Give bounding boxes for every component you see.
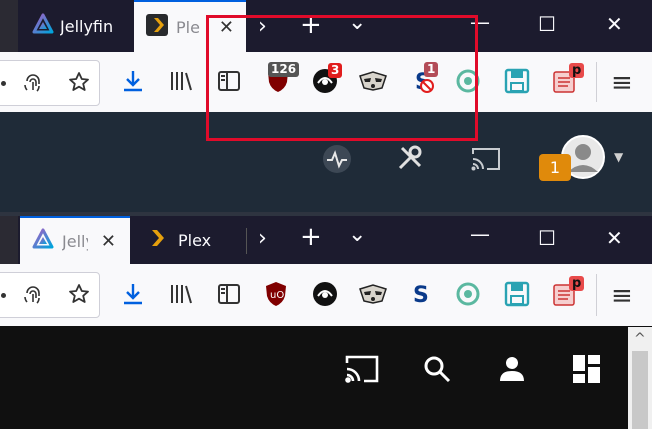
fingerprint-icon[interactable]	[21, 71, 45, 99]
bottom-tab-plex[interactable]: Plex	[134, 216, 244, 264]
tab-scroll-right-icon[interactable]: ›	[258, 226, 267, 251]
url-bar[interactable]	[0, 60, 100, 106]
close-window-button[interactable]: ✕	[606, 12, 623, 36]
menu-button[interactable]: ≡	[611, 281, 633, 311]
save-floppy-icon[interactable]	[504, 68, 530, 94]
library-icon[interactable]	[168, 68, 194, 94]
page-info-dot-icon	[1, 81, 6, 86]
fingerprint-icon[interactable]	[21, 283, 45, 311]
settings-tools-icon[interactable]	[396, 144, 424, 172]
bottom-jellyfin-header	[0, 326, 652, 429]
save-floppy-icon[interactable]	[504, 281, 530, 307]
plex-logo-icon	[146, 14, 168, 40]
notification-count-badge[interactable]: 1	[539, 154, 571, 181]
bottom-tab-strip: Jellyfin ✕ Plex › + ⌄ — ☐ ✕	[0, 216, 652, 264]
ublock-origin-icon[interactable]: uO	[264, 280, 288, 308]
maximize-button[interactable]: ☐	[538, 226, 556, 250]
url-bar[interactable]	[0, 272, 100, 318]
pdf-badge: p	[569, 63, 585, 78]
activity-pulse-icon[interactable]	[322, 144, 352, 174]
dashboard-icon[interactable]	[572, 354, 602, 384]
top-tab-jellyfin[interactable]: Jellyfin	[22, 0, 130, 52]
menu-button[interactable]: ≡	[611, 68, 633, 98]
search-icon[interactable]	[422, 354, 452, 384]
bottom-tab-partial[interactable]	[0, 216, 18, 264]
green-ring-extension-icon[interactable]	[456, 282, 480, 306]
close-tab-icon[interactable]: ✕	[101, 231, 116, 252]
jellyfin-logo-icon	[32, 13, 54, 39]
tab-title: Plex	[178, 230, 212, 250]
toolbar-separator	[596, 62, 597, 102]
minimize-button[interactable]: —	[470, 222, 490, 246]
svg-text:S: S	[413, 283, 429, 307]
toolbar-separator	[596, 274, 597, 316]
tab-separator	[246, 228, 247, 254]
dark-reader-icon[interactable]	[312, 281, 338, 307]
highlight-annotation-box	[206, 15, 478, 141]
bookmark-star-icon[interactable]	[67, 282, 91, 310]
tab-title: Plex	[176, 17, 200, 37]
library-icon[interactable]	[168, 281, 194, 307]
tab-title: Jellyfin	[60, 16, 114, 36]
scroll-up-arrow-icon[interactable]: ^	[634, 331, 646, 347]
jellyfin-logo-icon	[32, 228, 54, 254]
vertical-scrollbar[interactable]: ^	[628, 327, 652, 429]
sidebar-icon[interactable]	[216, 281, 242, 307]
avatar-dropdown-caret-icon[interactable]: ▼	[614, 150, 623, 164]
downloads-icon[interactable]	[120, 281, 146, 307]
cast-icon[interactable]	[344, 354, 380, 384]
top-tab-partial[interactable]	[0, 0, 18, 52]
bookmark-star-icon[interactable]	[67, 70, 91, 98]
bottom-toolbar: uO S p ≡	[0, 264, 652, 326]
plex-logo-icon	[146, 227, 168, 253]
tab-title: Jellyfin	[62, 231, 88, 251]
close-window-button[interactable]: ✕	[606, 226, 623, 250]
tab-list-button[interactable]: ⌄	[348, 222, 366, 247]
svg-text:uO: uO	[270, 290, 284, 301]
raccoon-extension-icon[interactable]	[358, 283, 388, 305]
page-info-dot-icon	[1, 293, 6, 298]
cast-icon[interactable]	[470, 146, 502, 172]
new-tab-button[interactable]: +	[300, 222, 322, 252]
user-profile-icon[interactable]	[498, 354, 526, 384]
maximize-button[interactable]: ☐	[538, 12, 556, 36]
downloads-icon[interactable]	[120, 68, 146, 94]
pdf-badge: p	[569, 276, 585, 291]
scrollbar-thumb[interactable]	[632, 351, 648, 429]
bottom-tab-jellyfin[interactable]: Jellyfin ✕	[20, 216, 130, 264]
skype-style-icon[interactable]: S	[410, 281, 434, 307]
